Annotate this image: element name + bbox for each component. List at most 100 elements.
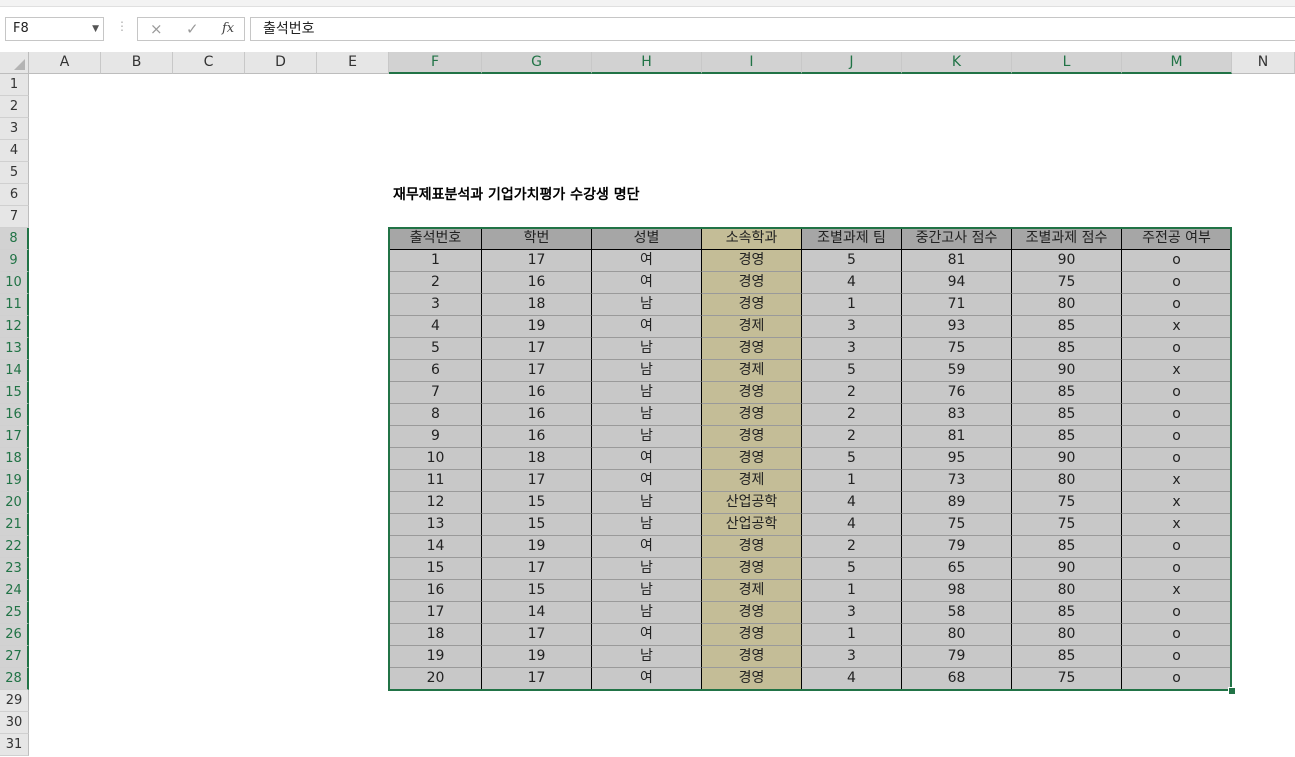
table-cell[interactable]: 9 <box>389 426 482 448</box>
table-cell[interactable]: x <box>1122 580 1232 602</box>
table-cell[interactable]: 여 <box>592 470 702 492</box>
table-cell[interactable]: 85 <box>1012 404 1122 426</box>
table-cell[interactable]: 2 <box>802 536 902 558</box>
table-cell[interactable]: 75 <box>1012 272 1122 294</box>
column-header-b[interactable]: B <box>101 52 173 74</box>
table-cell[interactable]: 15 <box>389 558 482 580</box>
chevron-down-icon[interactable]: ▼ <box>92 18 99 40</box>
table-cell[interactable]: 여 <box>592 668 702 690</box>
row-header-8[interactable]: 8 <box>0 228 29 250</box>
table-cell[interactable]: 71 <box>902 294 1012 316</box>
table-cell[interactable]: 17 <box>482 668 592 690</box>
table-cell[interactable]: 17 <box>482 624 592 646</box>
row-header-31[interactable]: 31 <box>0 734 29 756</box>
table-cell[interactable]: 19 <box>389 646 482 668</box>
table-cell[interactable]: 1 <box>802 294 902 316</box>
table-cell[interactable]: 76 <box>902 382 1012 404</box>
table-header-cell[interactable]: 소속학과 <box>702 228 802 250</box>
table-cell[interactable]: 남 <box>592 426 702 448</box>
table-cell[interactable]: 15 <box>482 580 592 602</box>
table-cell[interactable]: 남 <box>592 294 702 316</box>
row-header-6[interactable]: 6 <box>0 184 29 206</box>
table-cell[interactable]: 68 <box>902 668 1012 690</box>
table-cell[interactable]: 19 <box>482 316 592 338</box>
table-cell[interactable]: o <box>1122 646 1232 668</box>
row-header-10[interactable]: 10 <box>0 272 29 294</box>
table-cell[interactable]: 남 <box>592 360 702 382</box>
row-header-16[interactable]: 16 <box>0 404 29 426</box>
table-cell[interactable]: x <box>1122 316 1232 338</box>
row-header-19[interactable]: 19 <box>0 470 29 492</box>
column-header-l[interactable]: L <box>1012 52 1122 74</box>
table-cell[interactable]: 75 <box>902 514 1012 536</box>
table-cell[interactable]: 남 <box>592 492 702 514</box>
table-cell[interactable]: 경영 <box>702 294 802 316</box>
table-cell[interactable]: 여 <box>592 316 702 338</box>
table-cell[interactable]: o <box>1122 250 1232 272</box>
row-header-22[interactable]: 22 <box>0 536 29 558</box>
table-cell[interactable]: o <box>1122 272 1232 294</box>
table-cell[interactable]: 경영 <box>702 338 802 360</box>
table-cell[interactable]: 94 <box>902 272 1012 294</box>
table-cell[interactable]: o <box>1122 558 1232 580</box>
table-cell[interactable]: o <box>1122 668 1232 690</box>
fill-handle[interactable] <box>1228 687 1236 695</box>
table-cell[interactable]: 남 <box>592 338 702 360</box>
table-cell[interactable]: 여 <box>592 272 702 294</box>
table-cell[interactable]: 여 <box>592 250 702 272</box>
spreadsheet-grid[interactable]: ABCDEFGHIJKLMN 1 2 3 4 5 6 7 8 9 10 11 12 13 14 15 16 17… <box>0 52 1295 757</box>
row-header-4[interactable]: 4 <box>0 140 29 162</box>
row-header-21[interactable]: 21 <box>0 514 29 536</box>
table-cell[interactable]: 14 <box>389 536 482 558</box>
row-header-3[interactable]: 3 <box>0 118 29 140</box>
column-header-d[interactable]: D <box>245 52 317 74</box>
table-cell[interactable]: 15 <box>482 514 592 536</box>
table-cell[interactable]: 80 <box>1012 294 1122 316</box>
column-header-j[interactable]: J <box>802 52 902 74</box>
row-header-25[interactable]: 25 <box>0 602 29 624</box>
table-cell[interactable]: 7 <box>389 382 482 404</box>
column-header-n[interactable]: N <box>1232 52 1295 74</box>
table-cell[interactable]: o <box>1122 426 1232 448</box>
table-cell[interactable]: o <box>1122 536 1232 558</box>
table-cell[interactable]: 남 <box>592 646 702 668</box>
row-header-23[interactable]: 23 <box>0 558 29 580</box>
table-cell[interactable]: 16 <box>389 580 482 602</box>
table-cell[interactable]: 3 <box>802 646 902 668</box>
table-cell[interactable]: 경영 <box>702 404 802 426</box>
table-cell[interactable]: 2 <box>802 404 902 426</box>
column-header-g[interactable]: G <box>482 52 592 74</box>
table-cell[interactable]: 83 <box>902 404 1012 426</box>
table-cell[interactable]: o <box>1122 448 1232 470</box>
table-cell[interactable]: 여 <box>592 536 702 558</box>
table-cell[interactable]: 경제 <box>702 360 802 382</box>
table-cell[interactable]: o <box>1122 404 1232 426</box>
table-cell[interactable]: 14 <box>482 602 592 624</box>
table-cell[interactable]: x <box>1122 514 1232 536</box>
table-cell[interactable]: 17 <box>482 338 592 360</box>
table-cell[interactable]: o <box>1122 294 1232 316</box>
table-cell[interactable]: 19 <box>482 646 592 668</box>
table-header-cell[interactable]: 조별과제 점수 <box>1012 228 1122 250</box>
table-cell[interactable]: 3 <box>802 338 902 360</box>
table-cell[interactable]: 75 <box>1012 668 1122 690</box>
table-cell[interactable]: 85 <box>1012 602 1122 624</box>
table-header-cell[interactable]: 출석번호 <box>389 228 482 250</box>
table-cell[interactable]: 17 <box>482 558 592 580</box>
table-cell[interactable]: 4 <box>802 272 902 294</box>
table-cell[interactable]: 85 <box>1012 646 1122 668</box>
table-cell[interactable]: o <box>1122 602 1232 624</box>
table-cell[interactable]: 6 <box>389 360 482 382</box>
table-cell[interactable]: 75 <box>902 338 1012 360</box>
table-header-cell[interactable]: 학번 <box>482 228 592 250</box>
row-header-5[interactable]: 5 <box>0 162 29 184</box>
table-cell[interactable]: 20 <box>389 668 482 690</box>
table-cell[interactable]: 여 <box>592 624 702 646</box>
row-header-27[interactable]: 27 <box>0 646 29 668</box>
table-cell[interactable]: 85 <box>1012 382 1122 404</box>
table-cell[interactable]: 98 <box>902 580 1012 602</box>
row-header-24[interactable]: 24 <box>0 580 29 602</box>
table-cell[interactable]: 산업공학 <box>702 492 802 514</box>
formula-input[interactable]: 출석번호 <box>250 17 1295 41</box>
table-cell[interactable]: 경영 <box>702 250 802 272</box>
